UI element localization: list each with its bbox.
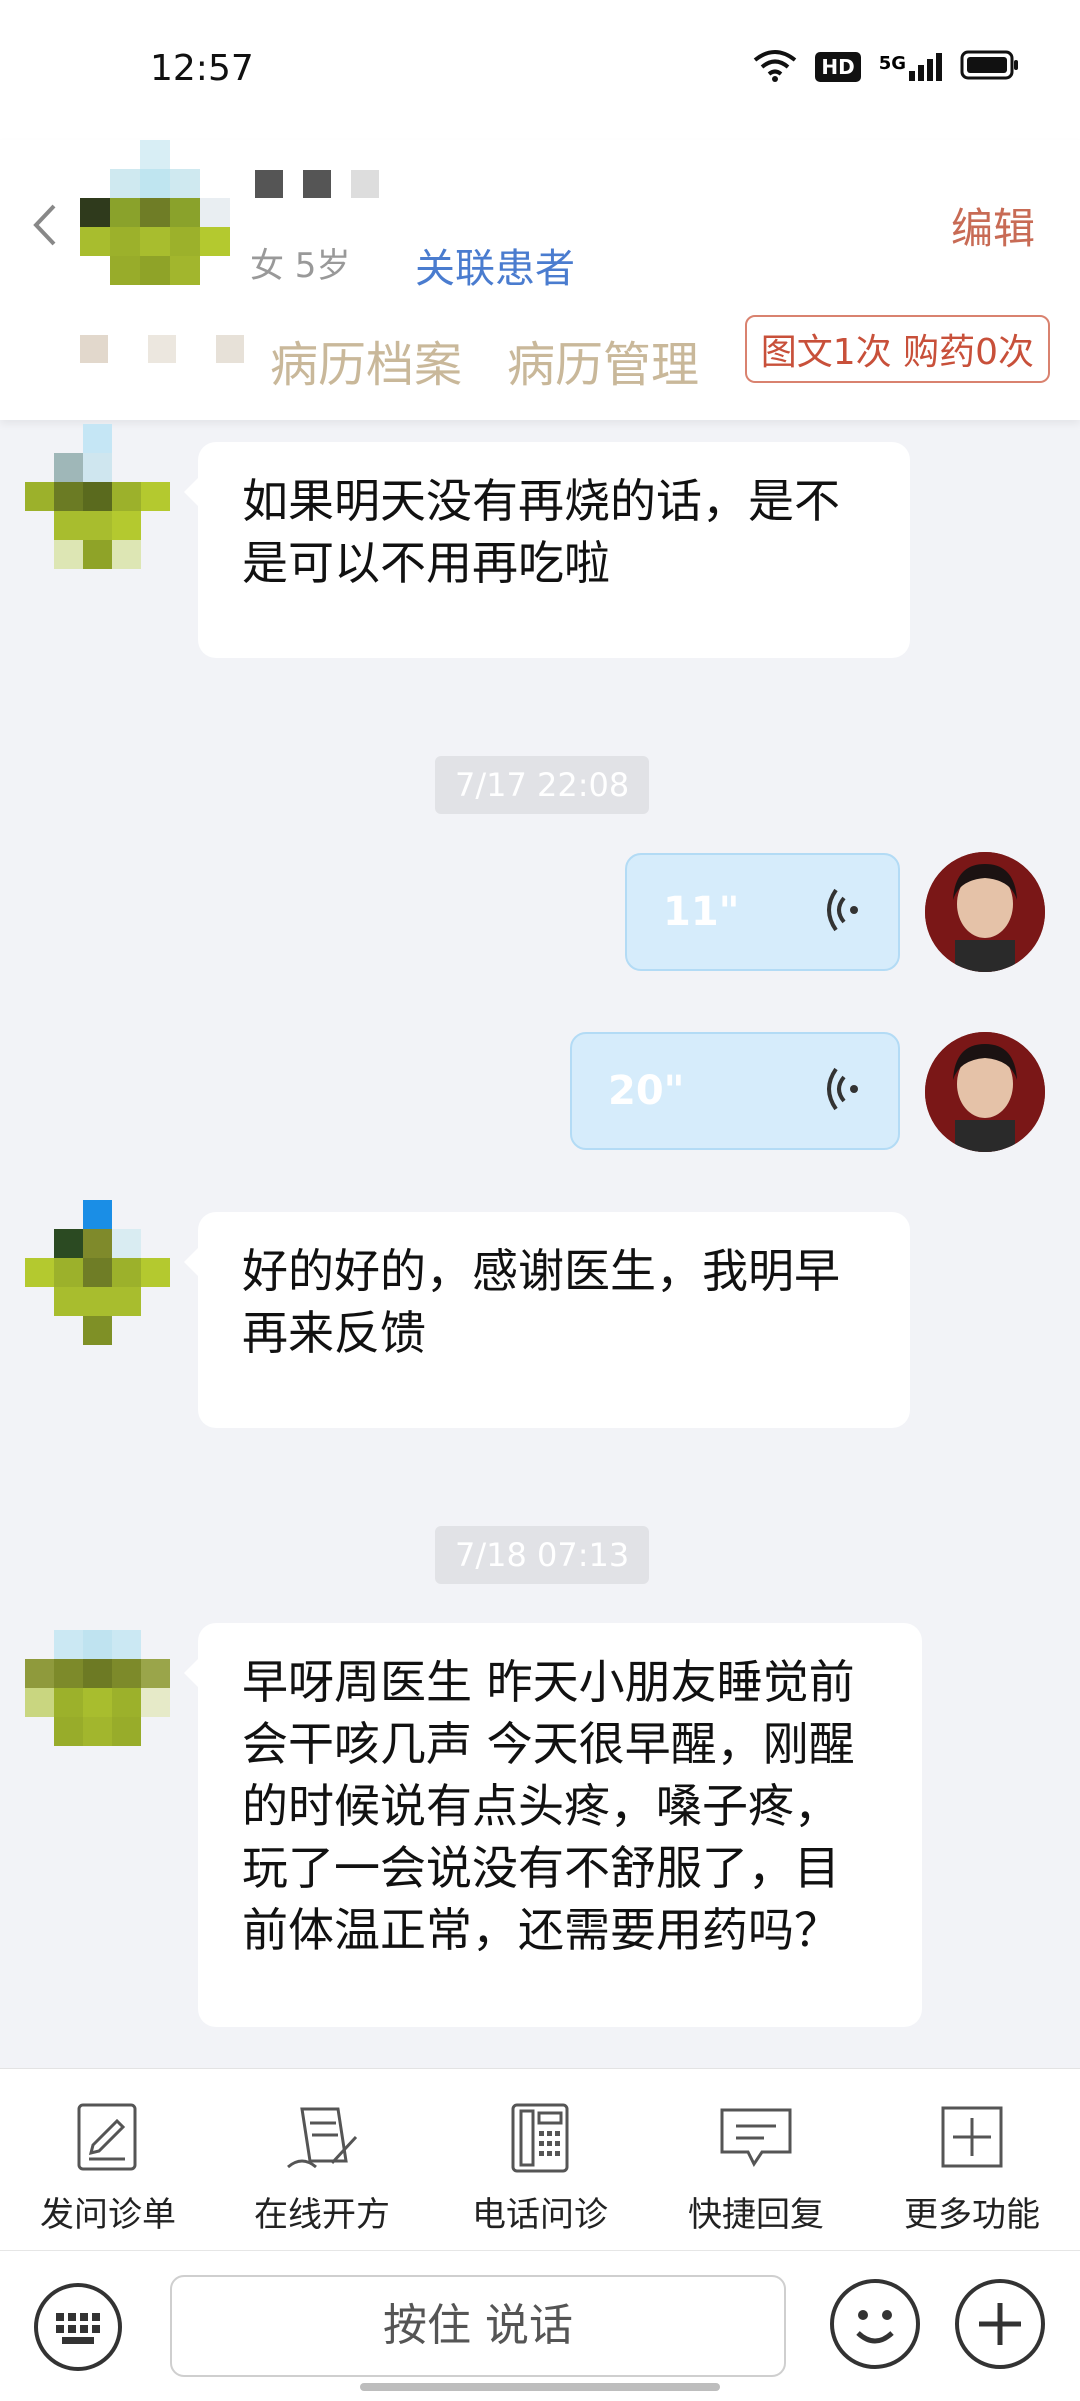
status-time: 12:57 — [150, 48, 254, 89]
doctor-avatar[interactable] — [925, 852, 1045, 972]
quick-reply-icon — [666, 2097, 846, 2177]
function-toolbar: 发问诊单 在线开方 电话问诊 快捷回复 更多功能 — [0, 2068, 1080, 2251]
timestamp: 7/18 07:13 — [435, 1526, 650, 1584]
timestamp: 7/17 22:08 — [435, 756, 650, 814]
voice-message-bubble[interactable]: 11" — [625, 853, 900, 971]
patient-message-avatar[interactable] — [25, 1630, 170, 1746]
phone-icon — [450, 2097, 630, 2177]
message-text: 好的好的，感谢医生，我明早再来反馈 — [242, 1244, 840, 1360]
patient-name-masked — [255, 170, 379, 198]
home-indicator[interactable] — [360, 2383, 720, 2391]
voice-message-bubble[interactable]: 20" — [570, 1032, 900, 1150]
consult-count-badge[interactable]: 图文1次 购药0次 — [744, 315, 1050, 383]
patient-header: 女 5岁 关联患者 编辑 病历档案 病历管理 图文1次 购药0次 — [0, 140, 1080, 420]
phone-consult-button[interactable]: 电话问诊 — [450, 2097, 630, 2236]
send-questionnaire-button[interactable]: 发问诊单 — [18, 2097, 198, 2236]
keyboard-toggle-button[interactable] — [34, 2283, 122, 2371]
masked-tab-blocks — [80, 335, 244, 363]
back-arrow-icon[interactable] — [30, 200, 60, 260]
status-icons: HD 5G — [753, 48, 1020, 86]
tab-medical-records[interactable]: 病历档案 — [270, 325, 462, 395]
tab-record-management[interactable]: 病历管理 — [507, 325, 699, 395]
hold-to-talk-button[interactable]: 按住 说话 — [170, 2275, 786, 2377]
doctor-avatar[interactable] — [925, 1032, 1045, 1152]
voice-wave-icon — [822, 1064, 862, 1125]
prescription-icon — [232, 2097, 412, 2177]
signal-5g-icon: 5G — [879, 53, 942, 81]
message-text: 如果明天没有再烧的话，是不是可以不用再吃啦 — [242, 474, 840, 590]
plus-square-icon — [882, 2097, 1062, 2177]
quick-reply-button[interactable]: 快捷回复 — [666, 2097, 846, 2236]
edit-button[interactable]: 编辑 — [951, 195, 1035, 256]
plus-icon — [979, 2303, 1021, 2345]
message-bubble-patient[interactable]: 如果明天没有再烧的话，是不是可以不用再吃啦 — [184, 442, 910, 658]
patient-avatar[interactable] — [80, 140, 230, 285]
wifi-icon — [753, 48, 797, 86]
patient-message-avatar[interactable] — [25, 424, 170, 569]
message-text: 早呀周医生 昨天小朋友睡觉前会干咳几声 今天很早醒，刚醒的时候说有点头疼，嗓子疼… — [242, 1655, 855, 1957]
online-prescription-button[interactable]: 在线开方 — [232, 2097, 412, 2236]
link-patient-button[interactable]: 关联患者 — [415, 236, 575, 294]
more-plus-button[interactable] — [955, 2279, 1045, 2369]
message-bubble-patient[interactable]: 好的好的，感谢医生，我明早再来反馈 — [184, 1212, 910, 1428]
voice-duration: 11" — [663, 889, 740, 935]
smiley-icon — [856, 2310, 894, 2344]
voice-wave-icon — [822, 885, 862, 946]
more-functions-button[interactable]: 更多功能 — [882, 2097, 1062, 2236]
hd-icon: HD — [815, 52, 861, 82]
header-tabs: 病历档案 病历管理 图文1次 购药0次 — [0, 315, 1080, 405]
patient-message-avatar[interactable] — [25, 1200, 170, 1345]
input-bar: 按住 说话 — [0, 2250, 1080, 2401]
patient-gender-age: 女 5岁 — [250, 246, 351, 286]
message-bubble-patient[interactable]: 早呀周医生 昨天小朋友睡觉前会干咳几声 今天很早醒，刚醒的时候说有点头疼，嗓子疼… — [184, 1623, 922, 2027]
battery-icon — [960, 50, 1020, 84]
keyboard-icon — [56, 2313, 100, 2344]
emoji-button[interactable] — [830, 2279, 920, 2369]
status-bar: 12:57 HD 5G — [0, 0, 1080, 140]
form-edit-icon — [18, 2097, 198, 2177]
voice-duration: 20" — [608, 1068, 685, 1114]
